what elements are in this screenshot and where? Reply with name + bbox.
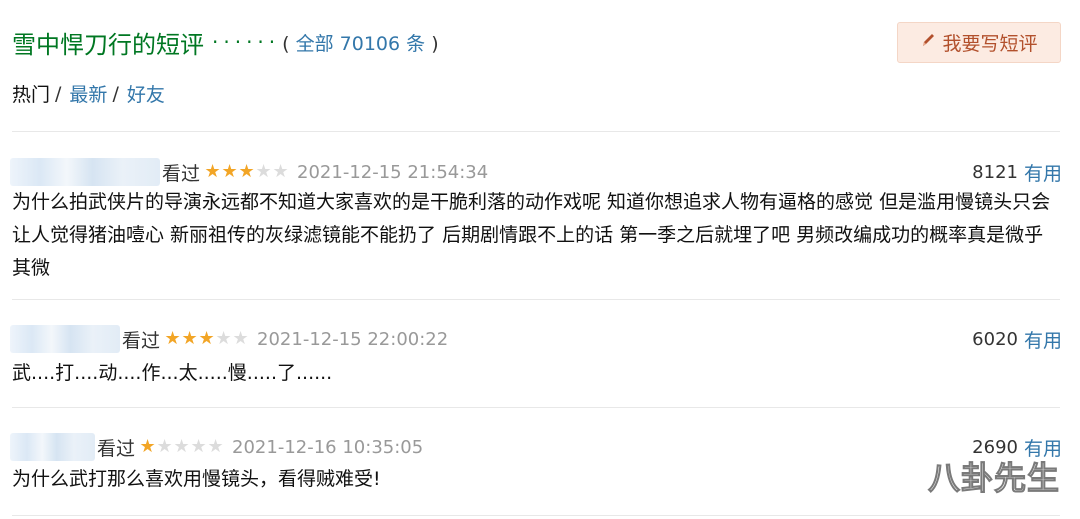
- star-icon: ★: [181, 328, 198, 349]
- star-icon: ★: [190, 436, 207, 457]
- star-icon: ★: [204, 161, 221, 182]
- star-icon: ★: [164, 328, 181, 349]
- vote-area: 6020 有用: [972, 326, 1062, 353]
- total-count: ( 全部 70106 条 ): [282, 29, 438, 56]
- vote-count: 8121: [972, 161, 1018, 183]
- comment-header: 看过 ★ ★ ★ ★ ★ 2021-12-15 21:54:34 8121 有用: [10, 157, 1062, 187]
- page-title[interactable]: 雪中悍刀行的短评: [12, 25, 204, 60]
- divider: [12, 515, 1060, 516]
- tab-separator: /: [112, 82, 119, 105]
- star-icon: ★: [207, 436, 224, 457]
- user-name-blurred[interactable]: [10, 433, 95, 461]
- count-paren-close: ): [431, 32, 439, 55]
- star-icon: ★: [173, 436, 190, 457]
- useful-button[interactable]: 有用: [1024, 326, 1062, 353]
- tab-latest[interactable]: 最新: [69, 80, 107, 107]
- comment-text: 为什么拍武侠片的导演永远都不知道大家喜欢的是干脆利落的动作戏呢 知道你想追求人物…: [12, 191, 1051, 279]
- star-icon: ★: [272, 161, 289, 182]
- vote-area: 8121 有用: [972, 159, 1062, 186]
- vote-count: 6020: [972, 328, 1018, 350]
- user-name-blurred[interactable]: [10, 158, 160, 186]
- comment-time: 2021-12-15 22:00:22: [257, 328, 449, 350]
- star-icon: ★: [221, 161, 238, 182]
- star-icon: ★: [156, 436, 173, 457]
- rating-stars: ★ ★ ★ ★ ★: [164, 330, 249, 348]
- comments-header: 雪中悍刀行的短评 ······ ( 全部 70106 条 ): [12, 22, 439, 62]
- title-dots: ······: [212, 30, 281, 54]
- comment-header: 看过 ★ ★ ★ ★ ★ 2021-12-15 22:00:22 6020 有用: [10, 324, 1062, 354]
- watch-status: 看过: [162, 162, 201, 185]
- watch-status: 看过: [122, 329, 161, 352]
- count-paren-open: (: [282, 32, 290, 55]
- comment-time: 2021-12-16 10:35:05: [232, 436, 424, 458]
- write-review-label: 我要写短评: [942, 33, 1038, 55]
- comment-text: 为什么武打那么喜欢用慢镜头，看得贼难受!: [12, 468, 381, 490]
- write-review-button[interactable]: 我要写短评: [897, 22, 1061, 63]
- sort-tabs: 热门 / 最新 / 好友: [12, 80, 165, 107]
- divider: [12, 299, 1060, 300]
- star-icon: ★: [139, 436, 156, 457]
- star-icon: ★: [198, 328, 215, 349]
- divider: [12, 407, 1060, 408]
- star-icon: ★: [238, 161, 255, 182]
- comment-text: 武....打....动....作...太.....慢.....了......: [12, 362, 333, 384]
- tab-friends[interactable]: 好友: [127, 80, 165, 107]
- watermark: 八卦先生: [927, 459, 1060, 498]
- comment-header: 看过 ★ ★ ★ ★ ★ 2021-12-16 10:35:05 2690 有用: [10, 432, 1062, 462]
- divider: [12, 131, 1060, 132]
- watch-status: 看过: [97, 437, 136, 460]
- star-icon: ★: [215, 328, 232, 349]
- comment-time: 2021-12-15 21:54:34: [297, 161, 489, 183]
- pencil-icon: [920, 31, 936, 54]
- tab-hot[interactable]: 热门: [12, 80, 50, 107]
- tab-separator: /: [55, 82, 62, 105]
- total-count-link[interactable]: 全部 70106 条: [296, 33, 426, 55]
- rating-stars: ★ ★ ★ ★ ★: [204, 163, 289, 181]
- star-icon: ★: [255, 161, 272, 182]
- star-icon: ★: [232, 328, 249, 349]
- user-name-blurred[interactable]: [10, 325, 120, 353]
- useful-button[interactable]: 有用: [1024, 159, 1062, 186]
- rating-stars: ★ ★ ★ ★ ★: [139, 438, 224, 456]
